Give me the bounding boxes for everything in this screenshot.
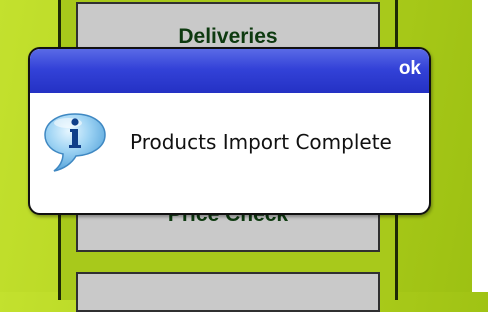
menu-button-3[interactable] [76,272,380,312]
message-dialog: ok Products Import Complete [28,47,431,215]
dialog-header: ok [30,49,429,93]
dialog-message: Products Import Complete [130,130,392,154]
deliveries-button-label: Deliveries [178,25,278,48]
right-edge-strip [472,0,488,292]
info-icon [44,113,106,172]
ok-button[interactable]: ok [399,59,421,78]
